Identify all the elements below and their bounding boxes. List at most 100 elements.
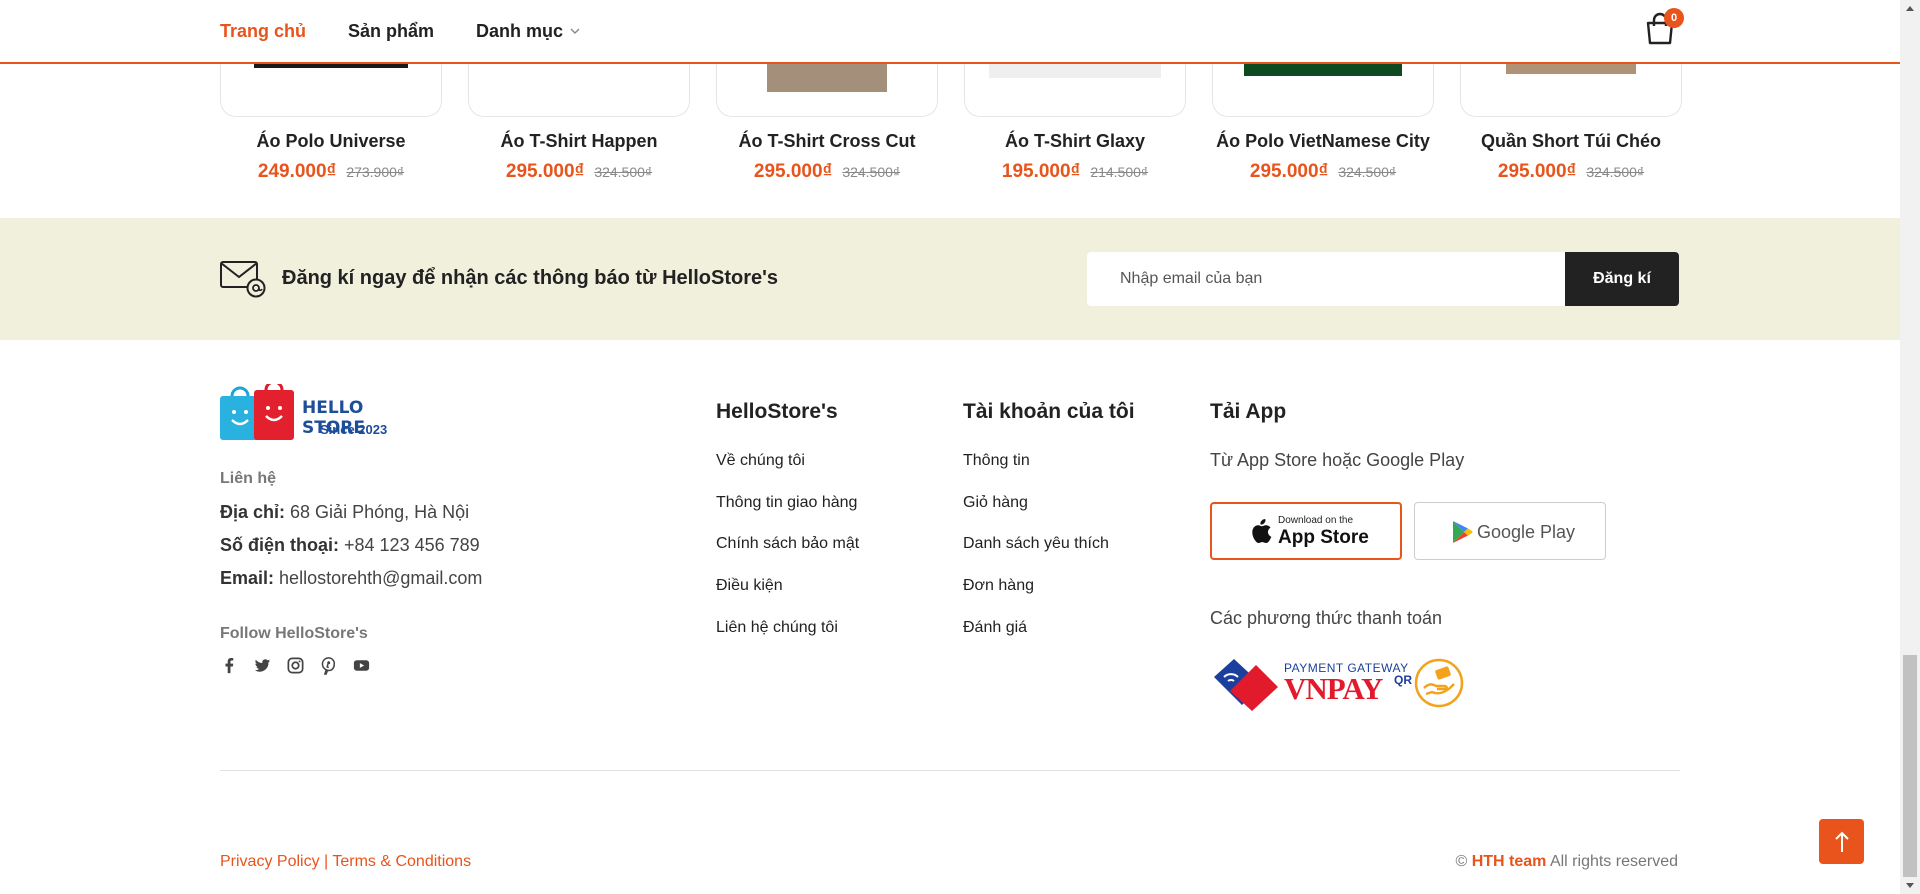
app-store-small-text: Download on the [1278,515,1354,526]
product-prices: 195.000₫ 214.500₫ [964,161,1186,183]
scroll-up-icon[interactable] [1905,4,1915,12]
product-price: 195.000₫ [1001,161,1081,182]
link-contact-us[interactable]: Liên hệ chúng tôi [716,619,838,637]
app-store-label: App Store [1278,527,1369,548]
link-reviews[interactable]: Đánh giá [963,619,1027,637]
address-value: 68 Giải Phóng, Hà Nội [290,502,470,522]
vnpay-mark-icon [1214,659,1278,711]
product-price: 295.000₫ [1249,161,1329,182]
product-old-price: 324.500₫ [1338,164,1397,180]
product-old-price: 214.500₫ [1090,164,1149,180]
copyright: © HTH team All rights reserved [1455,853,1678,871]
cart-count-badge: 0 [1664,8,1684,28]
product-prices: 295.000₫ 324.500₫ [1460,161,1682,183]
back-to-top-button[interactable] [1819,819,1864,864]
product-old-price: 324.500₫ [1586,164,1645,180]
social-links [220,656,371,675]
instagram-icon[interactable] [286,656,305,675]
arrow-up-icon [1834,831,1849,852]
product-thumb [767,64,887,92]
link-orders[interactable]: Đơn hàng [963,577,1034,595]
nav-categories-label: Danh mục [476,20,564,41]
vnpay-qr-text: QR [1394,673,1412,687]
contact-heading: Liên hệ [220,470,277,487]
logo-subtitle: Since 2023 [320,422,388,437]
product-name[interactable]: Áo T-Shirt Cross Cut [716,131,938,152]
contact-address: Địa chỉ: 68 Giải Phóng, Hà Nội [220,502,469,523]
footer-divider [220,770,1680,771]
google-play-button[interactable]: Google Play [1414,502,1606,560]
newsletter-section: Đăng kí ngay để nhận các thông báo từ He… [0,218,1900,340]
legal-separator: | [319,853,333,870]
youtube-icon[interactable] [352,656,371,675]
product-price: 249.000₫ [257,161,337,182]
top-nav-bar: Trang chủ Sản phẩm Danh mục 0 [0,0,1900,64]
phone-label: Số điện thoại: [220,535,339,555]
link-terms[interactable]: Điều kiện [716,577,783,595]
follow-heading: Follow HelloStore's [220,625,368,642]
legal-links: Privacy Policy | Terms & Conditions [220,853,471,871]
col-account-title: Tài khoản của tôi [963,400,1135,423]
product-old-price: 324.500₫ [842,164,901,180]
link-wishlist[interactable]: Danh sách yêu thích [963,535,1109,553]
product-prices: 295.000₫ 324.500₫ [716,161,938,183]
product-prices: 295.000₫ 324.500₫ [1212,161,1434,183]
facebook-icon[interactable] [220,656,239,675]
newsletter-text: Đăng kí ngay để nhận các thông báo từ He… [282,267,778,289]
hellostore-logo[interactable]: HELLO STORE Since 2023 [220,384,420,442]
newsletter-subscribe-button[interactable]: Đăng kí [1565,252,1679,306]
main-nav: Trang chủ Sản phẩm Danh mục [220,0,581,62]
product-name[interactable]: Áo T-Shirt Glaxy [964,131,1186,152]
terms-conditions-link[interactable]: Terms & Conditions [332,853,471,870]
phone-value: +84 123 456 789 [344,535,480,555]
apple-icon [1252,519,1272,543]
product-prices: 249.000₫ 273.900₫ [220,161,442,183]
copyright-team[interactable]: HTH team [1472,853,1547,870]
product-prices: 295.000₫ 324.500₫ [468,161,690,183]
product-name[interactable]: Áo T-Shirt Happen [468,131,690,152]
col-app-title: Tải App [1210,400,1287,423]
app-store-button[interactable]: Download on the App Store [1210,502,1402,560]
col-hellostore-title: HelloStore's [716,400,838,423]
product-thumb [1244,64,1402,76]
product-name[interactable]: Áo Polo VietNamese City [1212,131,1434,152]
cash-payment-icon [1414,658,1464,708]
product-name[interactable]: Quần Short Túi Chéo [1460,131,1682,152]
page-scrollbar[interactable] [1900,0,1920,894]
product-price: 295.000₫ [505,161,585,182]
nav-home[interactable]: Trang chủ [220,21,306,42]
email-label: Email: [220,568,275,588]
payment-methods-title: Các phương thức thanh toán [1210,608,1443,628]
google-play-icon [1453,521,1473,543]
contact-email: Email: hellostorehth@gmail.com [220,568,482,589]
link-shipping-info[interactable]: Thông tin giao hàng [716,494,857,512]
newsletter-email-input[interactable] [1087,252,1565,306]
link-privacy-policy[interactable]: Chính sách bảo mật [716,535,859,553]
scroll-down-icon[interactable] [1905,882,1915,890]
copyright-prefix: © [1455,853,1472,870]
app-subtitle: Từ App Store hoặc Google Play [1210,450,1465,470]
product-old-price: 324.500₫ [594,164,653,180]
link-account-info[interactable]: Thông tin [963,452,1030,470]
privacy-policy-link[interactable]: Privacy Policy [220,853,320,870]
product-price: 295.000₫ [753,161,833,182]
product-price: 295.000₫ [1497,161,1577,182]
google-play-label: Google Play [1477,522,1576,542]
vnpay-logo: PAYMENT GATEWAY VNPAY QR [1210,655,1470,711]
link-cart[interactable]: Giỏ hàng [963,494,1028,512]
twitter-icon[interactable] [253,656,272,675]
email-value: hellostorehth@gmail.com [279,568,483,588]
nav-products[interactable]: Sản phẩm [348,21,434,42]
vnpay-text: VNPAY [1284,671,1383,706]
address-label: Địa chỉ: [220,502,286,522]
pinterest-icon[interactable] [319,656,338,675]
chevron-down-icon [570,28,580,34]
mail-icon [220,261,266,298]
nav-categories[interactable]: Danh mục [476,21,581,42]
product-old-price: 273.900₫ [346,164,405,180]
scrollbar-thumb[interactable] [1903,655,1917,877]
product-name[interactable]: Áo Polo Universe [220,131,442,152]
copyright-suffix: All rights reserved [1546,853,1678,870]
link-about-us[interactable]: Về chúng tôi [716,452,805,470]
contact-phone: Số điện thoại: +84 123 456 789 [220,535,480,556]
